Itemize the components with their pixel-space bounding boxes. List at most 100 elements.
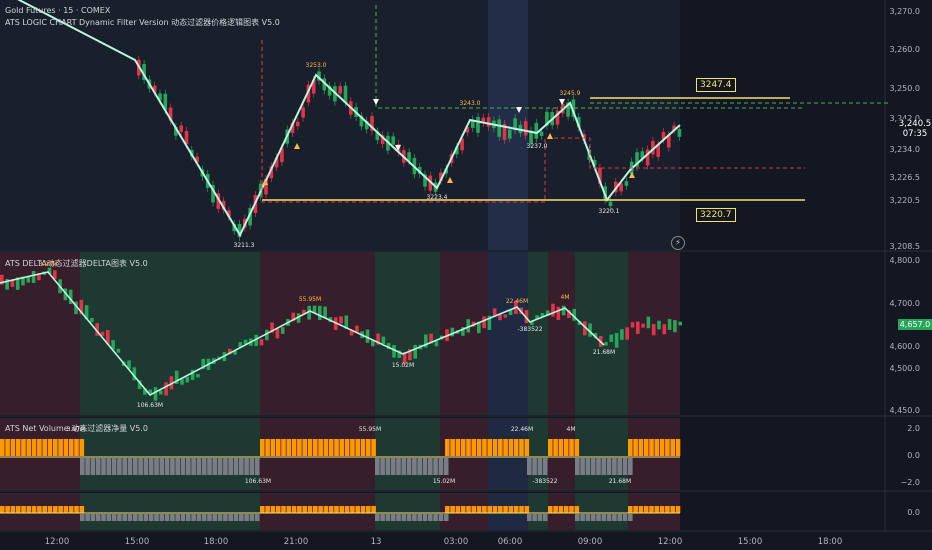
main-indicator-title[interactable]: ATS LOGIC CHART Dynamic Filter Version 动… — [5, 17, 280, 28]
net-volume-bar — [297, 439, 302, 456]
delta-candle — [413, 344, 417, 359]
net-volume-bar — [417, 458, 422, 475]
net-volume-bar — [323, 439, 329, 456]
bottom-volume-bar — [428, 514, 433, 521]
net-volume-bar — [260, 439, 265, 456]
netvol-label: 22.46M — [510, 426, 534, 433]
net-volume-bar — [212, 458, 218, 475]
delta-candle — [657, 320, 661, 330]
bottom-volume-bar — [524, 506, 530, 513]
bottom-volume-bar — [74, 506, 79, 513]
bottom-volume-bar — [471, 506, 477, 513]
netvol-label: 106.63M — [244, 478, 272, 485]
last-price: 3,240.5 — [898, 119, 932, 129]
net-volume-bar — [138, 458, 143, 475]
price-axis-label: 3,270.0 — [889, 7, 920, 16]
bottom-volume-bar — [532, 514, 537, 521]
delta-candle — [609, 334, 614, 342]
bottom-volume-bar — [143, 514, 149, 521]
bottom-volume-bar — [612, 514, 617, 521]
net-volume-bar — [617, 458, 622, 475]
bottom-volume-bar — [396, 514, 401, 521]
bottom-volume-bar — [380, 514, 385, 521]
bottom-volume-bar — [574, 506, 580, 513]
delta-candle — [90, 317, 94, 323]
bottom-volume-bar — [476, 506, 482, 513]
bottom-volume-bar — [371, 506, 376, 513]
net-volume-bar — [281, 439, 286, 456]
bottom-volume-bar — [649, 506, 654, 513]
bottom-volume-bar — [443, 514, 449, 521]
bottom-volume-bar — [417, 514, 422, 521]
netvol-label: 4M — [566, 426, 576, 433]
session-band — [375, 493, 440, 530]
lightning-icon[interactable]: ⚡ — [671, 236, 685, 250]
net-volume-bar — [117, 458, 122, 475]
price-candle — [534, 122, 539, 139]
session-band — [575, 252, 628, 415]
bottom-volume-bar — [180, 514, 186, 521]
bottom-volume-bar — [585, 514, 591, 521]
price-candle — [608, 201, 613, 207]
net-volume-bar — [63, 439, 69, 456]
symbol-title[interactable]: Gold Futures · 15 · COMEX — [5, 6, 110, 15]
bottom-volume-bar — [580, 514, 585, 521]
net-volume-bar — [111, 458, 117, 475]
net-volume-bar — [585, 458, 591, 475]
price-axis-label: 3,208.5 — [889, 242, 920, 251]
delta-candle — [667, 319, 672, 330]
bottom-volume-bar — [95, 514, 101, 521]
bottom-volume-bar — [665, 506, 670, 513]
net-volume-bar — [286, 439, 292, 456]
net-volume-bar — [612, 458, 617, 475]
bottom-volume-bar — [548, 506, 553, 513]
netvol-label: 55.95M — [358, 426, 382, 433]
net-volume-bar — [74, 439, 79, 456]
bottom-volume-bar — [217, 514, 223, 521]
bottom-volume-bar — [508, 506, 514, 513]
delta-indicator-title[interactable]: ATS DELTA动态过滤器DELTA图表 V5.0 — [5, 258, 148, 269]
time-axis-label: 18:00 — [817, 537, 843, 547]
delta-candle — [662, 324, 667, 335]
bottom-volume-bar — [58, 506, 63, 513]
price-candle — [476, 116, 480, 133]
upper-level-tag: 3247.4 — [696, 78, 736, 92]
bottom-volume-bar — [675, 506, 681, 513]
delta-candle — [323, 306, 327, 318]
delta-axis-label: 4,800.0 — [889, 256, 920, 265]
delta-swing-label: -383522 — [517, 326, 543, 333]
bottom-volume-bar — [154, 514, 159, 521]
net-volume-bar — [601, 458, 607, 475]
bottom-volume-bar — [254, 514, 260, 521]
bottom-volume-bar — [519, 506, 524, 513]
net-volume-bar — [422, 458, 428, 475]
delta-candle — [651, 323, 656, 336]
net-volume-bar — [47, 439, 53, 456]
bottom-volume-bar — [334, 506, 339, 513]
net-volume-bar — [90, 458, 96, 475]
delta-candle — [392, 345, 396, 358]
bottom-volume-bar — [385, 514, 391, 521]
delta-candle — [556, 306, 561, 320]
bottom-volume-bar — [450, 506, 455, 513]
net-volume-bar — [42, 439, 47, 456]
delta-swing-label: 21.68M — [592, 349, 616, 356]
net-volume-bar — [95, 458, 101, 475]
session-band — [80, 0, 260, 250]
bottom-axis-label: 0.0 — [907, 508, 920, 517]
bottom-volume-bar — [503, 506, 508, 513]
bottom-volume-bar — [569, 506, 574, 513]
net-volume-bar — [127, 458, 133, 475]
bottom-volume-bar — [270, 506, 276, 513]
bottom-volume-bar — [260, 506, 265, 513]
chart-canvas[interactable] — [0, 0, 932, 550]
bottom-volume-bar — [186, 514, 191, 521]
bottom-volume-bar — [323, 506, 329, 513]
netvol-label: 21.68M — [608, 478, 632, 485]
net-volume-bar — [385, 458, 391, 475]
bottom-volume-bar — [191, 514, 196, 521]
session-band — [440, 0, 488, 250]
bottom-volume-bar — [482, 506, 487, 513]
net-volume-bar — [275, 439, 281, 456]
bottom-volume-bar — [513, 506, 519, 513]
